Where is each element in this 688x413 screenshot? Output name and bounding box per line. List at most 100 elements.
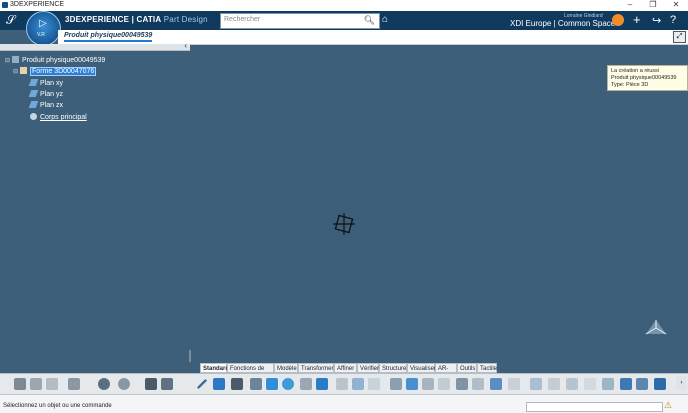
plane-icon [29,90,39,97]
minimize-icon[interactable]: – [622,0,638,11]
tab-fonctions-de-base[interactable]: Fonctions de base [227,363,274,373]
ds-logo-icon[interactable]: 𝒮 [6,13,15,28]
shaft-icon[interactable] [282,378,294,390]
pattern-icon[interactable] [508,378,520,390]
tree-item-plane-zx[interactable]: Plan zx [30,101,63,109]
thickness-icon[interactable] [456,378,468,390]
pad-icon[interactable] [266,378,278,390]
search-field[interactable]: Rechercher 🔍︎ [220,13,380,29]
loft-icon[interactable] [316,378,328,390]
chamfer-icon[interactable] [406,378,418,390]
body-icon [30,113,37,120]
tree-item-label: Plan xy [40,80,63,87]
analysis-icon[interactable] [620,378,632,390]
action-bar [0,373,688,395]
collapse-tree-icon[interactable]: ‹ [184,41,187,50]
sketch-edit-icon[interactable] [161,378,173,390]
measure-icon[interactable] [602,378,614,390]
remove-icon[interactable] [548,378,560,390]
draft-icon[interactable] [422,378,434,390]
app-name: Part Design [164,15,208,24]
mirror-icon[interactable] [490,378,502,390]
fillet-icon[interactable] [390,378,402,390]
panel-splitter[interactable] [189,350,191,362]
sketch-icon[interactable] [145,378,157,390]
tag-icon[interactable]: ⌂ [382,14,388,25]
app-title: 3DEXPERIENCE | CATIA Part Design [65,15,208,24]
window-title: 3DEXPERIENCE [10,1,64,8]
hole-icon[interactable] [352,378,364,390]
tree-shape[interactable]: ⊟Forme 3D00047076 [13,67,96,75]
tab-ar-vr[interactable]: AR-VR [435,363,457,373]
tree-item-label: Plan yz [40,91,63,98]
warning-icon[interactable]: ⚠ [664,400,672,411]
tooltip-line: Type: Pièce 3D [611,82,684,89]
tab-transformer[interactable]: Transformer [298,363,334,373]
tab-standard[interactable]: Standard [200,363,227,373]
section-icon[interactable] [636,378,648,390]
tab-product[interactable]: Produit physique00049539 [64,32,152,42]
paste-icon[interactable] [46,378,58,390]
rib-icon[interactable] [300,378,312,390]
shell-icon[interactable] [438,378,450,390]
plane-tool-icon[interactable] [213,378,225,390]
tab-modele[interactable]: Modèle [274,363,298,373]
creation-tooltip: La création a réussi Produit physique000… [607,65,688,91]
groove-icon[interactable] [368,378,380,390]
line-icon[interactable] [197,379,207,389]
space-label: XDI Europe | Common Space [510,19,615,28]
search-icon[interactable]: 🔍︎ [364,15,375,26]
tree-item-plane-yz[interactable]: Plan yz [30,90,63,98]
axis-icon[interactable] [231,378,243,390]
mini-axis-icon [644,318,668,338]
intersect-icon[interactable] [566,378,578,390]
undo-icon[interactable] [68,378,80,390]
tree-shape-label: Forme 3D00047076 [30,67,96,76]
tree-item-label: Corps principal [40,114,87,121]
tooltip-line: La création a réussi [611,68,684,75]
tab-tactile[interactable]: Tactile [477,363,497,373]
play-icon: ▷ [39,18,47,29]
tree-item-plane-xy[interactable]: Plan xy [30,79,63,87]
tree-item-label: Plan zx [40,102,63,109]
compass-button[interactable]: ▷ V.R [26,11,61,46]
render-icon[interactable] [654,378,666,390]
tab-structure[interactable]: Structure [379,363,407,373]
copy-icon[interactable] [30,378,42,390]
expand-view-icon[interactable]: ⤢ [673,31,686,43]
zoom-icon[interactable] [98,378,110,390]
tab-visualiser[interactable]: Visualiser [407,363,435,373]
tab-affiner[interactable]: Affiner [334,363,357,373]
status-message: Sélectionnez un objet ou une commande [3,403,112,409]
toolbar-scroll-right[interactable]: › [676,376,687,390]
tree-item-body[interactable]: Corps principal [30,113,87,121]
union-icon[interactable] [584,378,596,390]
pocket-icon[interactable] [336,378,348,390]
search-placeholder: Rechercher [224,16,260,23]
tab-verifier[interactable]: Vérifier [357,363,379,373]
tab-outils[interactable]: Outils [457,363,477,373]
command-input[interactable] [526,402,663,412]
compass-label: V.R [37,32,45,38]
plane-icon [29,101,39,108]
tab-bar: Produit physique00049539 + [58,30,688,45]
brand-name: 3DEXPERIENCE | CATIA [65,15,161,24]
tree-root[interactable]: ⊟Produit physique00049539 [5,56,105,64]
share-icon[interactable]: ↪ [652,14,661,27]
new-tab-button[interactable]: + [147,31,152,41]
maximize-icon[interactable]: ❐ [645,0,661,11]
tree-header: ‹ [0,44,190,51]
cut-icon[interactable] [14,378,26,390]
collab-space-selector[interactable]: XDI Europe | Common Space ▾ [510,19,622,28]
help-icon[interactable]: ? [670,14,676,26]
point-icon[interactable] [250,378,262,390]
close-icon[interactable]: ✕ [668,0,684,11]
add-icon[interactable]: + [633,12,641,27]
robot-compass-icon[interactable] [332,212,356,236]
avatar[interactable] [612,14,624,26]
gear-icon[interactable] [118,378,130,390]
plane-icon [29,79,39,86]
product-icon [12,56,19,63]
split-icon[interactable] [472,378,484,390]
boolean-icon[interactable] [530,378,542,390]
